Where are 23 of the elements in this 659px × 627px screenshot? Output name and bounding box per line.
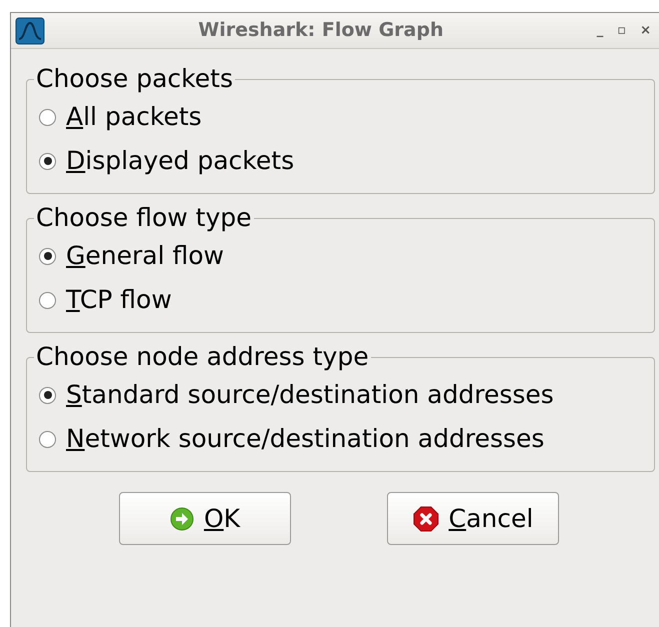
close-icon <box>412 506 439 532</box>
radio-button[interactable] <box>39 108 56 126</box>
radio-button[interactable] <box>39 152 56 170</box>
radio-button[interactable] <box>39 292 56 308</box>
radio-option[interactable]: All packets <box>39 95 648 139</box>
group-title: Choose node address type <box>35 341 370 373</box>
group-title: Choose packets <box>35 63 234 95</box>
radio-option[interactable]: Displayed packets <box>39 139 648 183</box>
cancel-button[interactable]: Cancel <box>387 492 559 545</box>
minimize-button[interactable]: _ <box>596 20 604 40</box>
window-title: Wireshark: Flow Graph <box>197 18 444 44</box>
group-title: Choose flow type <box>35 202 253 234</box>
app-logo-icon <box>15 16 45 44</box>
radio-button[interactable] <box>39 386 56 404</box>
maximize-button[interactable]: ▫ <box>617 20 626 40</box>
radio-option[interactable]: General flow <box>39 234 648 278</box>
radio-option[interactable]: Network source/destination addresses <box>39 417 648 461</box>
radio-option[interactable]: TCP flow <box>39 278 648 322</box>
close-button[interactable]: × <box>640 20 651 40</box>
radio-option[interactable]: Standard source/destination addresses <box>39 373 648 417</box>
ok-button[interactable]: OK <box>119 492 291 545</box>
radio-button[interactable] <box>39 248 56 264</box>
radio-button[interactable] <box>39 430 56 448</box>
